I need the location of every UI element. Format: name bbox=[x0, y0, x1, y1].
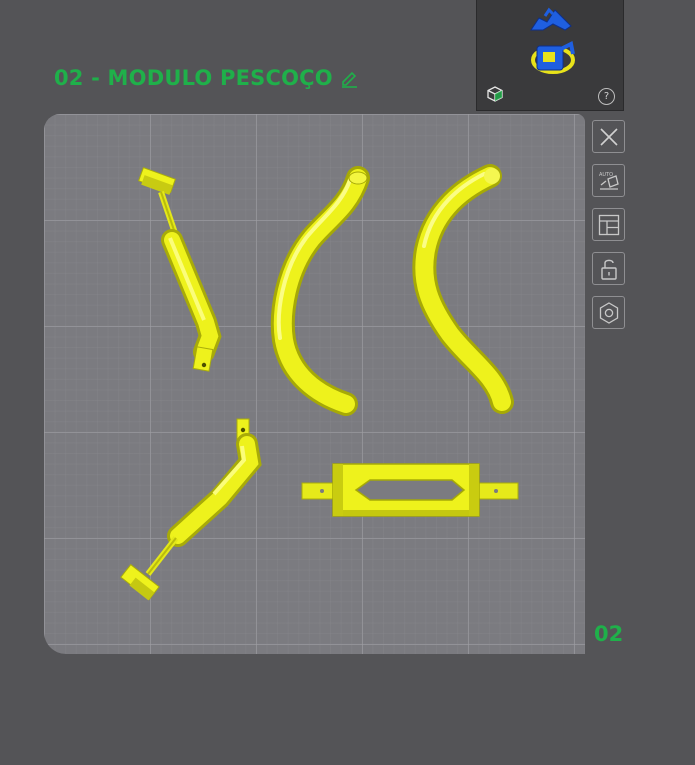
plate-settings-icon bbox=[599, 301, 618, 324]
plate-number: 02 bbox=[594, 622, 624, 646]
bracket-frame[interactable] bbox=[301, 463, 519, 517]
plate-name: 02 - MODULO PESCOÇO bbox=[54, 66, 333, 90]
plate-title: 02 - MODULO PESCOÇO bbox=[54, 66, 359, 90]
plate-toolbar: AUTO bbox=[592, 120, 625, 329]
help-icon[interactable]: ? bbox=[598, 88, 615, 105]
plate-preview-panel[interactable]: ? bbox=[476, 0, 624, 111]
lock-icon bbox=[600, 259, 617, 280]
build-plate[interactable] bbox=[44, 114, 585, 654]
auto-orient-icon: AUTO bbox=[599, 172, 619, 190]
curved-tube-right[interactable] bbox=[412, 164, 514, 414]
plate-thumbnail[interactable] bbox=[527, 4, 577, 82]
object-cube-icon[interactable] bbox=[487, 86, 503, 102]
plate-settings-button[interactable] bbox=[592, 296, 625, 329]
arrange-icon bbox=[598, 214, 619, 235]
edit-pencil-icon[interactable] bbox=[339, 68, 359, 88]
neck-rod-bottom[interactable] bbox=[120, 418, 262, 601]
models-layer bbox=[120, 164, 519, 601]
auto-orient-button[interactable]: AUTO bbox=[592, 164, 625, 197]
lock-button[interactable] bbox=[592, 252, 625, 285]
curved-tube-center[interactable] bbox=[270, 166, 370, 416]
close-button[interactable] bbox=[592, 120, 625, 153]
arrange-button[interactable] bbox=[592, 208, 625, 241]
close-icon bbox=[599, 127, 618, 146]
neck-rod-left[interactable] bbox=[137, 166, 222, 372]
svg-text:AUTO: AUTO bbox=[599, 172, 613, 178]
